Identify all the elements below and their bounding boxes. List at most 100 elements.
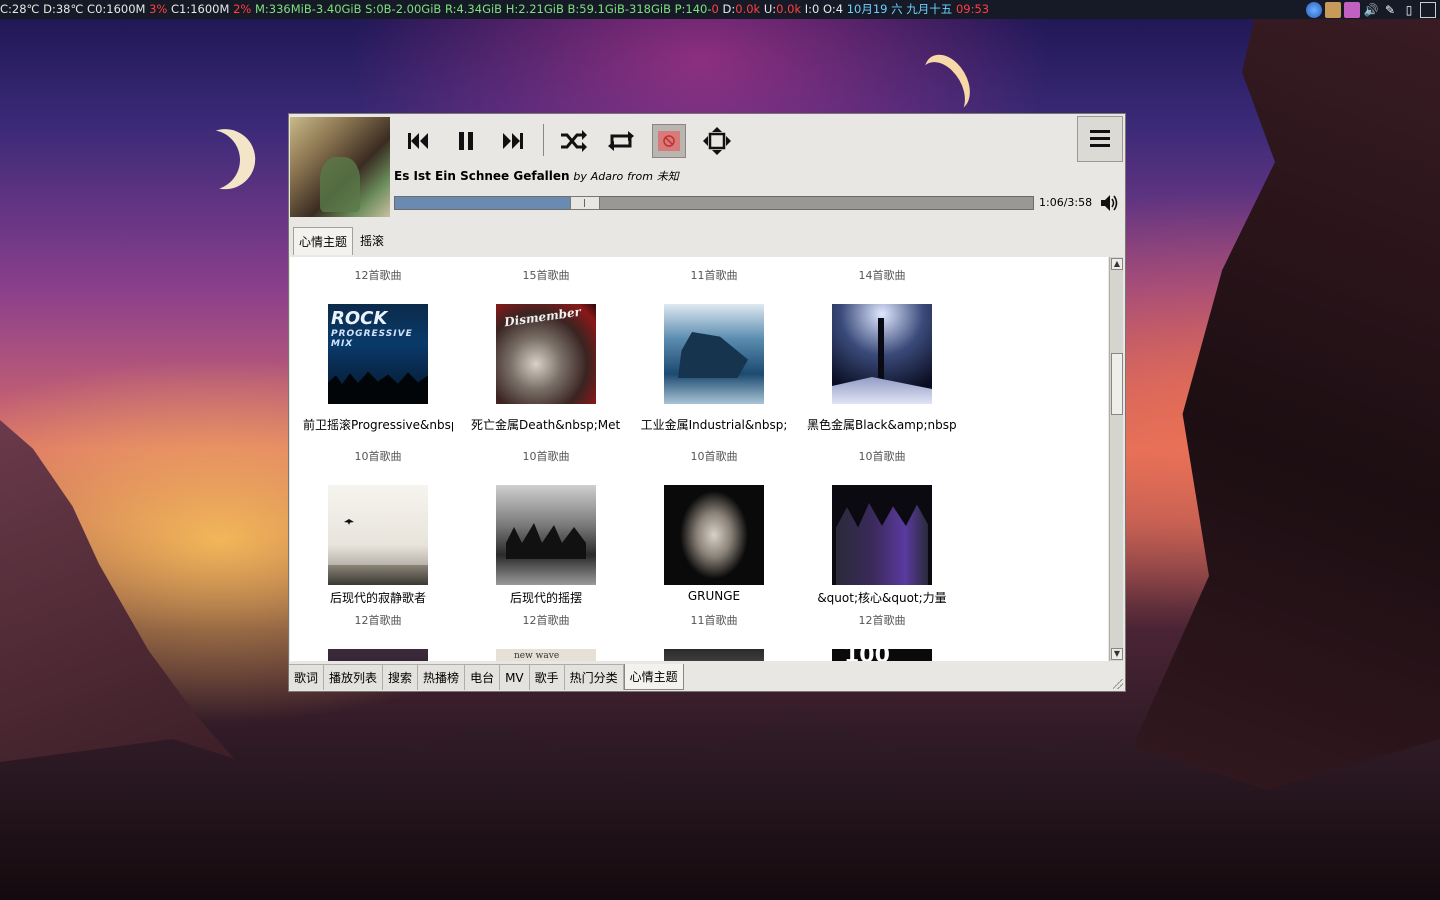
resize-grip[interactable] — [1113, 679, 1123, 689]
playlist-title[interactable]: &quot;核心&quot;力量 — [807, 589, 957, 606]
tab-charts[interactable]: 热播榜 — [418, 664, 466, 690]
grid-scrollbar[interactable]: ▲ ▼ — [1109, 257, 1123, 661]
system-status-bar: C:28℃ D:38℃ C0:1600M 3% C1:1600M 2% M:33… — [0, 0, 1440, 19]
seek-bar-handle[interactable] — [570, 196, 600, 210]
playlist-cover-death-metal[interactable]: Dismember — [496, 304, 596, 404]
cover-grass — [328, 565, 428, 585]
scroll-down-button[interactable]: ▼ — [1111, 648, 1123, 660]
playlist-cover-core[interactable] — [832, 485, 932, 585]
playlist-count: 11首歌曲 — [690, 614, 738, 627]
seek-bar[interactable] — [394, 196, 1034, 210]
playlist-title[interactable]: GRUNGE — [639, 589, 789, 603]
seek-bar-fill — [395, 197, 572, 209]
playlist-cover-industrial[interactable] — [664, 304, 764, 404]
cover-crowd — [328, 371, 428, 404]
playback-time: 1:06/3:58 — [1039, 196, 1093, 209]
playlist-count: 12首歌曲 — [858, 614, 906, 627]
cover-text-new-wave: new wave — [514, 651, 560, 661]
status-segment: 09:53 — [955, 2, 990, 16]
playlist-cover-grunge[interactable] — [664, 485, 764, 585]
song-by: by — [573, 170, 587, 183]
chat-icon[interactable] — [1344, 1, 1360, 18]
pen-icon[interactable]: ✎ — [1382, 2, 1398, 18]
browser-icon[interactable] — [1306, 1, 1322, 18]
scrollbar-thumb[interactable] — [1111, 353, 1123, 415]
mini-mode-icon — [703, 127, 731, 155]
volume-button[interactable] — [1099, 192, 1121, 214]
playlist-title[interactable]: 黑色金属Black&amp;nbsp; — [807, 416, 957, 433]
status-segment: 10月19 六 九月十五 — [846, 2, 956, 16]
playlist-cover-progressive[interactable]: ROCK PROGRESSIVE MIX — [328, 304, 428, 404]
music-player-window: Es Ist Ein Schnee Gefallen by Adaro from… — [288, 113, 1126, 692]
playlist-cover-postmodern-quiet[interactable] — [328, 485, 428, 585]
playlist-count: 10首歌曲 — [690, 450, 738, 463]
status-segment: M:336MiB-3.40GiB S:0B-2.00GiB R:4.34GiB … — [251, 2, 712, 16]
cover-band — [506, 523, 586, 559]
tab-mood[interactable]: 心情主题 — [623, 664, 684, 690]
single-loop-toggle[interactable] — [652, 124, 686, 158]
wallpaper-moon — [172, 122, 249, 199]
clipboard-icon[interactable]: ▯ — [1401, 2, 1417, 18]
next-button[interactable] — [496, 124, 530, 158]
tab-mv[interactable]: MV — [500, 664, 530, 690]
status-segment: 0 — [711, 2, 719, 16]
previous-icon — [408, 133, 428, 149]
repeat-button[interactable] — [604, 124, 638, 158]
playlist-cover-black-metal[interactable] — [832, 304, 932, 404]
tab-playlist[interactable]: 播放列表 — [324, 664, 384, 690]
playlist-grid: 12首歌曲 15首歌曲 11首歌曲 14首歌曲 ROCK PROGRESSIVE… — [290, 257, 1108, 661]
playlist-cover-partial[interactable] — [328, 649, 428, 661]
playlist-title[interactable]: 后现代的寂静歌者 — [303, 589, 453, 606]
tab-artists[interactable]: 歌手 — [529, 664, 565, 690]
category-tab-bar: 心情主题 摇滚 — [289, 224, 1125, 256]
previous-button[interactable] — [401, 124, 435, 158]
volume-icon[interactable]: 🔊 — [1363, 2, 1379, 18]
playlist-title[interactable]: 后现代的摇摆 — [471, 589, 621, 606]
song-album[interactable]: 未知 — [657, 170, 679, 183]
playlist-title[interactable]: 死亡金属Death&nbsp;Metal — [471, 416, 621, 433]
shuffle-button[interactable] — [556, 124, 590, 158]
window-icon[interactable] — [1420, 1, 1436, 18]
mini-mode-button[interactable] — [700, 124, 734, 158]
cover-ship — [678, 332, 748, 378]
cover-bird — [344, 519, 354, 525]
song-title: Es Ist Ein Schnee Gefallen — [394, 169, 570, 183]
tab-lyrics[interactable]: 歌词 — [289, 664, 325, 690]
tab-hot-categories[interactable]: 热门分类 — [564, 664, 624, 690]
repeat-icon — [608, 131, 634, 151]
category-tab-rock[interactable]: 摇滚 — [355, 227, 389, 255]
cover-text-progressive: PROGRESSIVE MIX — [331, 329, 413, 349]
status-segment: 0.0k — [735, 2, 761, 16]
status-segment: I:0 O:4 — [801, 2, 847, 16]
next-icon — [503, 133, 523, 149]
menu-button[interactable] — [1077, 116, 1123, 162]
menu-icon — [1090, 130, 1110, 147]
status-text: C:28℃ D:38℃ C0:1600M 3% C1:1600M 2% M:33… — [0, 2, 989, 16]
status-segment: 3% — [149, 2, 168, 16]
playlist-cover-new-wave[interactable]: new wave — [496, 649, 596, 661]
now-playing-info: Es Ist Ein Schnee Gefallen by Adaro from… — [394, 168, 679, 184]
playlist-count: 11首歌曲 — [690, 269, 738, 282]
playlist-title[interactable]: 前卫摇滚Progressive&nbsp; — [303, 416, 453, 433]
playlist-cover-partial[interactable] — [664, 649, 764, 661]
scroll-up-button[interactable]: ▲ — [1111, 258, 1123, 270]
category-tab-mood[interactable]: 心情主题 — [293, 227, 354, 255]
status-segment: 0.0k — [776, 2, 802, 16]
status-segment: C1:1600M — [167, 2, 234, 16]
pause-button[interactable] — [449, 124, 483, 158]
cover-text-rock: ROCK — [331, 308, 388, 329]
playlist-count: 12首歌曲 — [354, 269, 402, 282]
speaker-icon — [1101, 195, 1118, 211]
tab-radio[interactable]: 电台 — [465, 664, 501, 690]
pause-icon — [459, 132, 473, 150]
playlist-title[interactable]: 工业金属Industrial&nbsp; — [639, 416, 789, 433]
playlist-count: 15首歌曲 — [522, 269, 570, 282]
toolbar-separator — [543, 124, 544, 156]
tab-search[interactable]: 搜索 — [383, 664, 419, 690]
package-icon[interactable] — [1325, 1, 1341, 18]
playlist-count: 12首歌曲 — [522, 614, 570, 627]
system-tray: 🔊 ✎ ▯ — [1306, 0, 1440, 19]
song-artist[interactable]: Adaro — [591, 170, 624, 183]
playlist-cover-postmodern-swing[interactable] — [496, 485, 596, 585]
playlist-cover-top100[interactable]: 100 — [832, 649, 932, 661]
